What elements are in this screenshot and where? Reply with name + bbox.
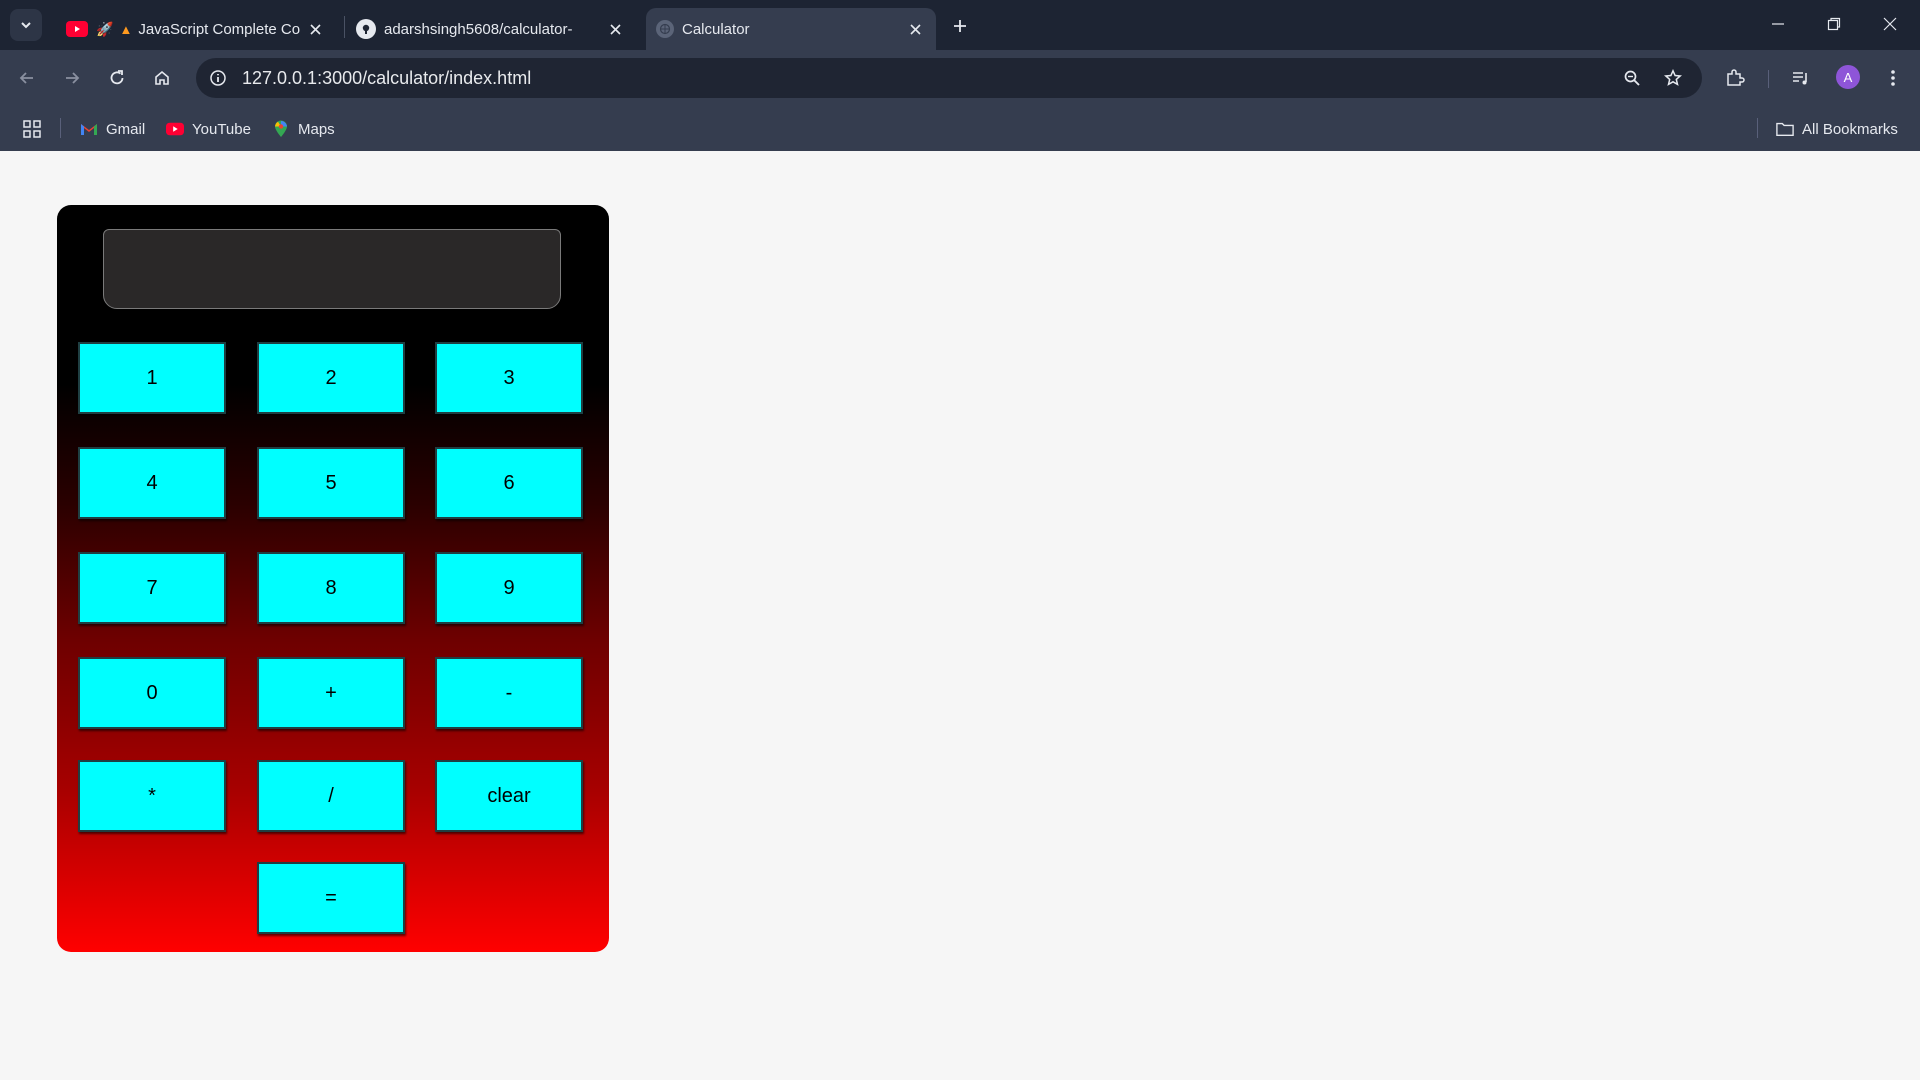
media-button[interactable] (1784, 61, 1818, 95)
tab-title: JavaScript Complete Co (138, 20, 301, 38)
key-5[interactable]: 5 (257, 447, 405, 519)
media-icon (1793, 72, 1807, 85)
rocket-icon: 🚀 (96, 20, 114, 37)
bookmark-label: Maps (298, 120, 335, 138)
bookmark-maps[interactable]: Maps (272, 117, 335, 141)
reload-button[interactable] (100, 61, 134, 95)
info-icon[interactable] (204, 64, 232, 92)
restore-button[interactable] (1806, 0, 1862, 48)
chevron-down-icon (21, 22, 31, 29)
menu-button[interactable] (1876, 61, 1910, 95)
key-minus[interactable]: - (435, 657, 583, 729)
all-bookmarks-label: All Bookmarks (1802, 120, 1898, 138)
key-3[interactable]: 3 (435, 342, 583, 414)
key-clear[interactable]: clear (435, 760, 583, 832)
bookmark-gmail[interactable]: Gmail (80, 117, 145, 141)
key-multiply[interactable]: * (78, 760, 226, 832)
key-2[interactable]: 2 (257, 342, 405, 414)
close-icon[interactable] (904, 18, 926, 40)
profile-avatar[interactable]: A (1836, 65, 1860, 89)
key-0[interactable]: 0 (78, 657, 226, 729)
folder-icon (1776, 120, 1794, 138)
tab-title: adarshsingh5608/calculator- (384, 20, 573, 38)
apps-icon (23, 120, 41, 138)
key-4[interactable]: 4 (78, 447, 226, 519)
new-tab-button[interactable] (946, 12, 974, 40)
all-bookmarks-button[interactable]: All Bookmarks (1776, 117, 1898, 141)
bookmark-label: Gmail (106, 120, 146, 138)
tab-strip: 🚀 ▲ JavaScript Complete Co adarshsingh56… (0, 0, 1920, 50)
youtube-icon (166, 120, 184, 138)
key-9[interactable]: 9 (435, 552, 583, 624)
reload-icon (110, 70, 124, 85)
minimize-button[interactable] (1750, 0, 1806, 48)
tab-title: Calculator (682, 20, 750, 38)
home-button[interactable] (145, 61, 179, 95)
restore-icon (1827, 17, 1841, 31)
tab-search-button[interactable] (10, 9, 42, 41)
forward-icon (66, 72, 80, 84)
apps-button[interactable] (22, 117, 42, 141)
close-icon[interactable] (304, 18, 326, 40)
globe-icon (656, 20, 674, 38)
bookmarks-bar: Gmail YouTube Maps All Bookmarks (0, 106, 1920, 151)
key-1[interactable]: 1 (78, 342, 226, 414)
url-text[interactable]: 127.0.0.1:3000/calculator/index.html (242, 68, 531, 89)
menu-icon (1891, 70, 1895, 86)
key-equals[interactable]: = (257, 862, 405, 934)
close-icon[interactable] (604, 18, 626, 40)
close-window-button[interactable] (1862, 0, 1918, 48)
key-6[interactable]: 6 (435, 447, 583, 519)
back-button[interactable] (10, 61, 44, 95)
key-plus[interactable]: + (257, 657, 405, 729)
maps-icon (272, 120, 290, 138)
back-icon (19, 72, 33, 84)
bookmark-label: YouTube (192, 120, 251, 138)
calculator: 1 2 3 4 5 6 7 8 9 0 + - * / clear = (57, 205, 609, 952)
github-icon (356, 19, 376, 39)
fire-icon: ▲ (119, 21, 133, 37)
minimize-icon (1772, 23, 1784, 25)
bookmarks-divider (60, 118, 61, 138)
star-icon[interactable] (1659, 64, 1687, 92)
calculator-display (103, 229, 561, 309)
close-icon (1883, 17, 1897, 31)
tab-javascript[interactable]: 🚀 ▲ JavaScript Complete Co (56, 8, 336, 50)
browser-toolbar: 127.0.0.1:3000/calculator/index.html A (0, 50, 1920, 106)
tab-github[interactable]: adarshsingh5608/calculator- (346, 8, 636, 50)
tab-calculator[interactable]: Calculator (646, 8, 936, 50)
address-bar[interactable]: 127.0.0.1:3000/calculator/index.html (196, 58, 1702, 98)
extensions-icon (1727, 69, 1745, 86)
bookmark-youtube[interactable]: YouTube (166, 117, 251, 141)
home-icon (155, 70, 169, 85)
plus-icon (954, 20, 966, 32)
toolbar-divider (1768, 70, 1769, 88)
bookmarks-divider (1757, 118, 1758, 138)
key-divide[interactable]: / (257, 760, 405, 832)
youtube-icon (66, 21, 88, 37)
key-8[interactable]: 8 (257, 552, 405, 624)
zoom-icon[interactable] (1618, 64, 1646, 92)
forward-button[interactable] (55, 61, 89, 95)
extensions-button[interactable] (1718, 61, 1752, 95)
key-7[interactable]: 7 (78, 552, 226, 624)
gmail-icon (80, 120, 98, 138)
tab-divider (344, 16, 345, 38)
